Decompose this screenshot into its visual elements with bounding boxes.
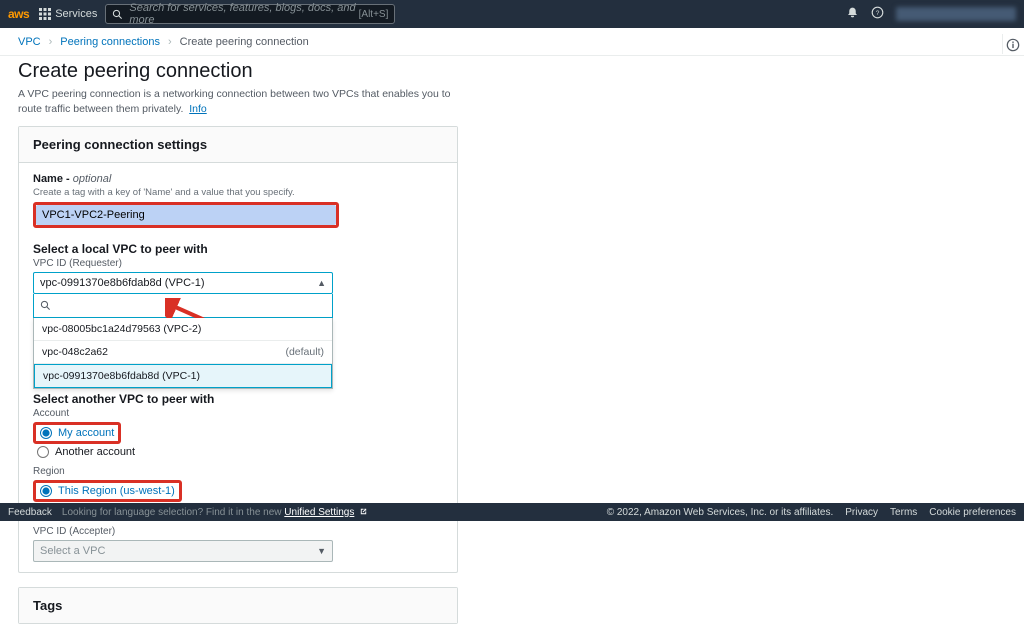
- services-label: Services: [55, 8, 97, 20]
- info-link[interactable]: Info: [189, 103, 207, 115]
- panel-heading: Peering connection settings: [19, 127, 457, 163]
- unified-settings-link[interactable]: Unified Settings: [284, 507, 354, 518]
- page-content: Create peering connection A VPC peering …: [0, 56, 1024, 624]
- global-search-input[interactable]: Search for services, features, blogs, do…: [105, 4, 395, 24]
- chevron-right-icon: ›: [168, 36, 172, 48]
- caret-up-icon: ▲: [317, 278, 326, 288]
- nav-right: ?: [846, 6, 1016, 22]
- radio-input[interactable]: [40, 485, 52, 497]
- vpc-selected-value: vpc-0991370e8b6fdab8d (VPC-1): [40, 277, 205, 289]
- breadcrumb-leaf: Create peering connection: [180, 36, 309, 48]
- breadcrumb: VPC › Peering connections › Create peeri…: [0, 28, 1024, 56]
- search-placeholder: Search for services, features, blogs, do…: [129, 2, 358, 26]
- vpc-accepter-dropdown[interactable]: Select a VPC ▼: [33, 540, 333, 562]
- chevron-right-icon: ›: [49, 36, 53, 48]
- page-description: A VPC peering connection is a networking…: [18, 87, 458, 116]
- vpc-id-requester-label: VPC ID (Requester): [33, 258, 443, 269]
- cookie-preferences-link[interactable]: Cookie preferences: [929, 507, 1016, 518]
- vpc-option[interactable]: vpc-08005bc1a24d79563 (VPC-2): [34, 318, 332, 341]
- account-label: Account: [33, 408, 443, 419]
- name-hint: Create a tag with a key of 'Name' and a …: [33, 187, 443, 198]
- top-nav: aws Services Search for services, featur…: [0, 0, 1024, 28]
- name-input[interactable]: [36, 205, 336, 225]
- external-link-icon: [357, 507, 368, 518]
- dropdown-search-input[interactable]: [33, 294, 333, 318]
- vpc-option[interactable]: vpc-0991370e8b6fdab8d (VPC-1): [34, 364, 332, 388]
- svg-text:?: ?: [876, 10, 880, 17]
- account-region-blurred[interactable]: [896, 7, 1016, 21]
- vpc-requester-dropdown[interactable]: vpc-0991370e8b6fdab8d (VPC-1) ▲ vpc-0800…: [33, 272, 333, 318]
- breadcrumb-root[interactable]: VPC: [18, 36, 41, 48]
- lang-prompt: Looking for language selection? Find it …: [62, 507, 368, 518]
- vpc-id-accepter-label: VPC ID (Accepter): [33, 526, 443, 537]
- feedback-link[interactable]: Feedback: [8, 507, 52, 518]
- info-icon: [1006, 38, 1020, 52]
- search-shortcut: [Alt+S]: [359, 9, 389, 20]
- region-label: Region: [33, 466, 443, 477]
- radio-my-account[interactable]: My account: [36, 425, 118, 441]
- terms-link[interactable]: Terms: [890, 507, 917, 518]
- privacy-link[interactable]: Privacy: [845, 507, 878, 518]
- panel-heading: Tags: [19, 588, 457, 623]
- another-vpc-section: Select another VPC to peer with: [33, 392, 443, 406]
- caret-down-icon: ▼: [317, 546, 326, 556]
- desc-text: A VPC peering connection is a networking…: [18, 88, 451, 115]
- dropdown-list: vpc-08005bc1a24d79563 (VPC-2) vpc-048c2a…: [33, 318, 333, 389]
- services-menu-button[interactable]: Services: [39, 8, 97, 20]
- tags-panel: Tags: [18, 587, 458, 624]
- info-panel-toggle[interactable]: [1002, 34, 1022, 54]
- local-vpc-section: Select a local VPC to peer with: [33, 242, 443, 256]
- radio-input[interactable]: [40, 427, 52, 439]
- accepter-placeholder: Select a VPC: [40, 545, 105, 557]
- notifications-icon[interactable]: [846, 6, 859, 22]
- search-icon: [112, 9, 123, 20]
- page-title: Create peering connection: [18, 60, 1006, 83]
- search-icon: [40, 300, 51, 311]
- radio-this-region[interactable]: This Region (us-west-1): [36, 483, 179, 499]
- radio-input[interactable]: [37, 446, 49, 458]
- footer: Feedback Looking for language selection?…: [0, 503, 1024, 521]
- copyright: © 2022, Amazon Web Services, Inc. or its…: [607, 507, 834, 518]
- vpc-option[interactable]: vpc-048c2a62(default): [34, 341, 332, 364]
- help-icon[interactable]: ?: [871, 6, 884, 22]
- breadcrumb-mid[interactable]: Peering connections: [60, 36, 160, 48]
- name-label: Name - optional: [33, 173, 443, 185]
- radio-another-account[interactable]: Another account: [33, 444, 443, 460]
- grid-icon: [39, 8, 51, 20]
- aws-logo[interactable]: aws: [8, 7, 29, 21]
